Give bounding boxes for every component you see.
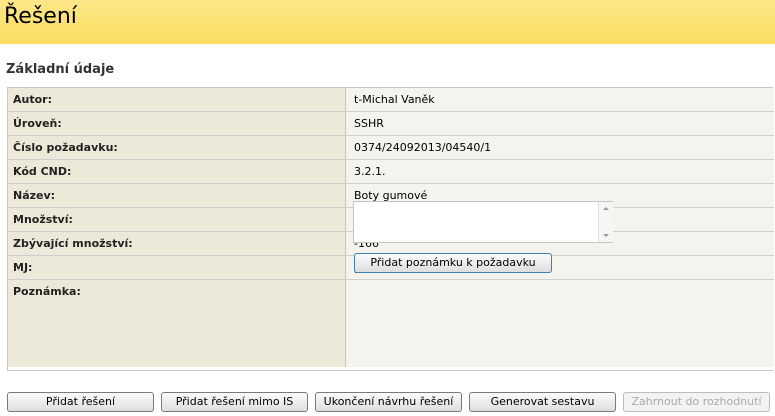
field-label-name: Název: [8, 184, 346, 207]
field-value-note-area [346, 280, 774, 367]
page-header: Řešení [0, 0, 775, 44]
field-value-cnd-code: 3.2.1. [346, 160, 774, 183]
field-value-request-number: 0374/24092013/04540/1 [346, 136, 774, 159]
table-row: Kód CND: 3.2.1. [8, 160, 774, 184]
scroll-up-arrow-icon[interactable] [603, 207, 609, 210]
table-row: Autor: t-Michal Vaněk [8, 88, 774, 112]
field-label-author: Autor: [8, 88, 346, 111]
field-label-note: Poznámka: [8, 280, 346, 367]
generate-report-button[interactable]: Generovat sestavu [469, 392, 616, 412]
field-label-quantity: Množství: [8, 208, 346, 231]
include-in-decision-button[interactable]: Zahrnout do rozhodnutí [623, 392, 770, 412]
table-row: Úroveň: SSHR [8, 112, 774, 136]
finish-solution-proposal-button[interactable]: Ukončení návrhu řešení [315, 392, 462, 412]
table-row-note: Poznámka: [8, 280, 774, 367]
field-label-cnd-code: Kód CND: [8, 160, 346, 183]
field-value-level: SSHR [346, 112, 774, 135]
add-solution-button[interactable]: Přidat řešení [7, 392, 154, 412]
scroll-down-arrow-icon[interactable] [603, 234, 609, 237]
field-label-remaining-quantity: Zbývající množství: [8, 232, 346, 255]
note-textarea[interactable] [353, 201, 613, 243]
section-title: Základní údaje [6, 62, 115, 77]
field-value-author: t-Michal Vaněk [346, 88, 774, 111]
add-note-button[interactable]: Přidat poznámku k požadavku [354, 253, 552, 273]
field-label-level: Úroveň: [8, 112, 346, 135]
table-row: Číslo požadavku: 0374/24092013/04540/1 [8, 136, 774, 160]
add-solution-outside-is-button[interactable]: Přidat řešení mimo IS [161, 392, 308, 412]
note-scrollbar[interactable] [598, 202, 613, 242]
field-label-request-number: Číslo požadavku: [8, 136, 346, 159]
field-label-unit: MJ: [8, 256, 346, 279]
page-title: Řešení [4, 4, 77, 29]
